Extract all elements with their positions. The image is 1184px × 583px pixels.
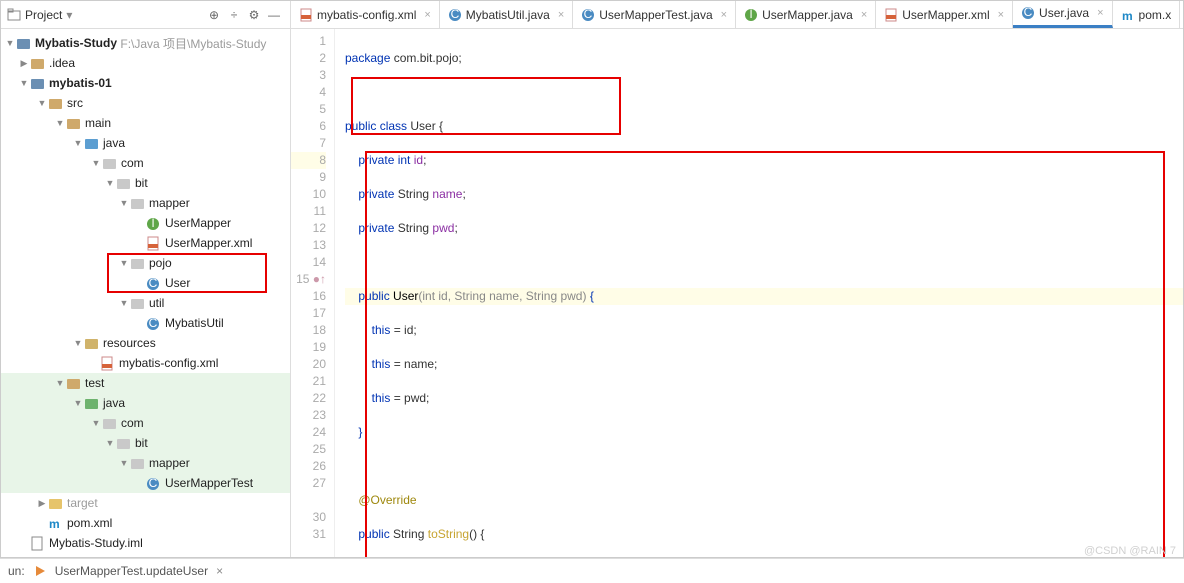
svg-text:m: m [49, 517, 60, 531]
src-node[interactable]: ▼src [1, 93, 290, 113]
editor-area: mybatis-config.xml× CMybatisUtil.java× C… [291, 1, 1183, 557]
mapper-node[interactable]: ▼mapper [1, 193, 290, 213]
close-icon[interactable]: × [424, 9, 430, 21]
project-icon [7, 8, 21, 22]
line-gutter: 123456789101112131415 ●↑1617181920212223… [291, 29, 335, 557]
tab-usermapper[interactable]: IUserMapper.java× [736, 1, 876, 28]
usermapper-node[interactable]: IUserMapper [1, 213, 290, 233]
svg-text:I: I [749, 8, 752, 21]
close-icon[interactable]: × [721, 9, 727, 21]
watermark: @CSDN @RAIN 7 [1084, 545, 1176, 557]
svg-text:C: C [148, 276, 157, 290]
mybatisconfig-node[interactable]: mybatis-config.xml [1, 353, 290, 373]
test-java-node[interactable]: ▼java [1, 393, 290, 413]
close-icon[interactable]: × [861, 9, 867, 21]
idea-node[interactable]: ▶.idea [1, 53, 290, 73]
svg-text:C: C [450, 8, 459, 21]
class-icon: C [581, 8, 595, 22]
svg-text:C: C [584, 8, 593, 21]
expand-icon[interactable]: ÷ [226, 7, 242, 23]
test-com-node[interactable]: ▼com [1, 413, 290, 433]
svg-text:m: m [1122, 9, 1133, 22]
target-node[interactable]: ▶target [1, 493, 290, 513]
root-node[interactable]: ▼Mybatis-Study F:\Java 项目\Mybatis-Study [1, 33, 290, 53]
project-sidebar: Project ▾ ⊕ ÷ ⚙ — ▼Mybatis-Study F:\Java… [1, 1, 291, 557]
class-icon: C [1021, 6, 1035, 20]
close-icon[interactable]: × [998, 9, 1004, 21]
test-bit-node[interactable]: ▼bit [1, 433, 290, 453]
run-label: un: [8, 564, 25, 578]
pojo-node[interactable]: ▼pojo [1, 253, 290, 273]
iml-node[interactable]: Mybatis-Study.iml [1, 533, 290, 553]
xml-icon [299, 8, 313, 22]
close-icon[interactable]: × [558, 9, 564, 21]
close-icon[interactable]: × [1097, 7, 1103, 19]
bit-node[interactable]: ▼bit [1, 173, 290, 193]
java-node[interactable]: ▼java [1, 133, 290, 153]
main-node[interactable]: ▼main [1, 113, 290, 133]
tab-usermapperxml[interactable]: UserMapper.xml× [876, 1, 1013, 28]
svg-text:C: C [148, 316, 157, 330]
code-content[interactable]: package com.bit.pojo; public class User … [335, 29, 1183, 557]
project-label[interactable]: Project [25, 8, 62, 22]
module-node[interactable]: ▼mybatis-01 [1, 73, 290, 93]
svg-text:C: C [148, 476, 157, 490]
editor-tabs: mybatis-config.xml× CMybatisUtil.java× C… [291, 1, 1183, 29]
com-node[interactable]: ▼com [1, 153, 290, 173]
usermapperxml-node[interactable]: UserMapper.xml [1, 233, 290, 253]
util-node[interactable]: ▼util [1, 293, 290, 313]
svg-text:I: I [151, 216, 154, 230]
mybatisutil-node[interactable]: CMybatisUtil [1, 313, 290, 333]
svg-text:m: m [31, 557, 42, 558]
code-editor[interactable]: 123456789101112131415 ●↑1617181920212223… [291, 29, 1183, 557]
project-header: Project ▾ ⊕ ÷ ⚙ — [1, 1, 290, 29]
user-node[interactable]: CUser [1, 273, 290, 293]
hide-icon[interactable]: — [266, 7, 282, 23]
run-config[interactable]: UserMapperTest.updateUser [55, 564, 208, 578]
locate-icon[interactable]: ⊕ [206, 7, 222, 23]
pom2-node[interactable]: mpom.xml [1, 553, 290, 557]
class-icon: C [448, 8, 462, 22]
pom-node[interactable]: mpom.xml [1, 513, 290, 533]
usermappertest-node[interactable]: CUserMapperTest [1, 473, 290, 493]
test-node[interactable]: ▼test [1, 373, 290, 393]
gear-icon[interactable]: ⚙ [246, 7, 262, 23]
tab-mybatis-config[interactable]: mybatis-config.xml× [291, 1, 440, 28]
tab-mybatisutil[interactable]: CMybatisUtil.java× [440, 1, 573, 28]
test-mapper-node[interactable]: ▼mapper [1, 453, 290, 473]
xml-icon [884, 8, 898, 22]
resources-node[interactable]: ▼resources [1, 333, 290, 353]
status-bar: un: UserMapperTest.updateUser × [0, 558, 1184, 582]
project-tree: ▼Mybatis-Study F:\Java 项目\Mybatis-Study … [1, 29, 290, 557]
tab-usermappertest[interactable]: CUserMapperTest.java× [573, 1, 736, 28]
run-icon[interactable] [33, 564, 47, 578]
close-icon[interactable]: × [216, 564, 223, 578]
svg-text:C: C [1024, 6, 1033, 19]
interface-icon: I [744, 8, 758, 22]
tab-user[interactable]: CUser.java× [1013, 1, 1112, 28]
maven-icon: m [1121, 8, 1135, 22]
tab-pom[interactable]: mpom.x [1113, 1, 1181, 28]
